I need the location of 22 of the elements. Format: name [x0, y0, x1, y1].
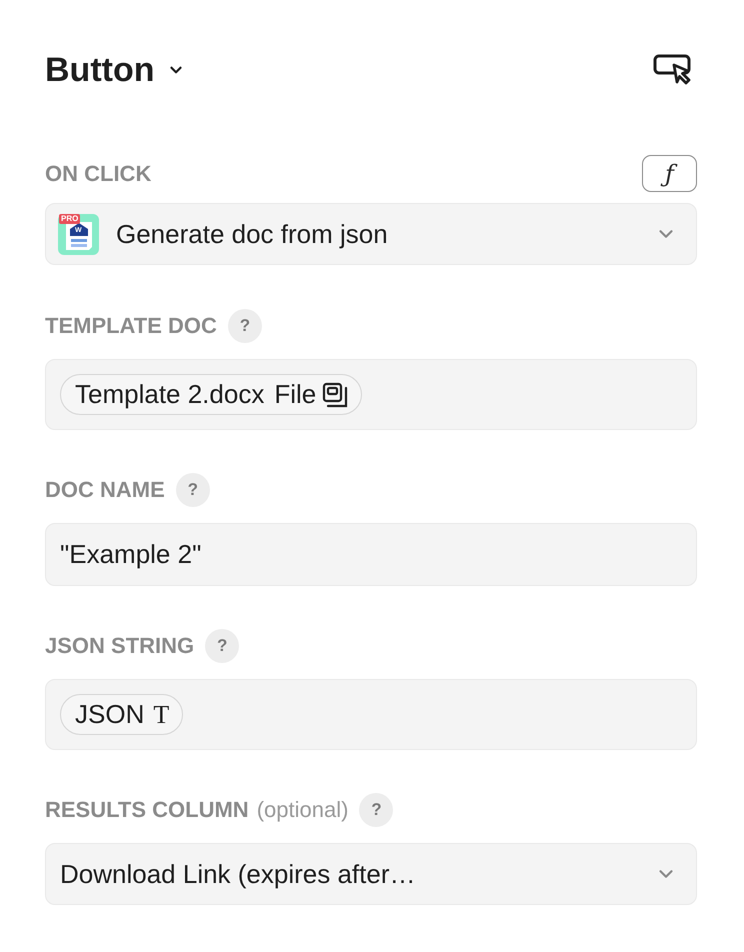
select-field[interactable]: Download Link (expires after… [45, 843, 697, 905]
file-chip[interactable]: Template 2.docx File [60, 374, 362, 415]
document-icon [65, 220, 93, 250]
title-dropdown[interactable]: Button [45, 50, 185, 90]
formula-button[interactable]: ƒ [642, 155, 697, 192]
pro-badge: PRO [59, 214, 80, 224]
file-icon [322, 382, 348, 408]
help-button[interactable]: ? [205, 629, 240, 663]
button-cursor-icon[interactable] [653, 54, 693, 86]
chip-field[interactable]: JSON T [45, 679, 697, 750]
field-label: ON CLICK [45, 160, 152, 186]
help-button[interactable]: ? [359, 793, 394, 827]
field-label: DOC NAME [45, 477, 165, 503]
field-label: TEMPLATE DOC [45, 313, 217, 339]
chip-field[interactable]: Template 2.docx File [45, 359, 697, 430]
field-label: RESULTS COLUMN [45, 797, 249, 823]
help-button[interactable]: ? [228, 309, 262, 343]
field-label: JSON STRING [45, 633, 194, 659]
help-button[interactable]: ? [176, 473, 210, 507]
variable-chip[interactable]: JSON T [60, 694, 184, 735]
text-field[interactable]: "Example 2" [45, 523, 697, 586]
optional-note: (optional) [256, 797, 348, 823]
